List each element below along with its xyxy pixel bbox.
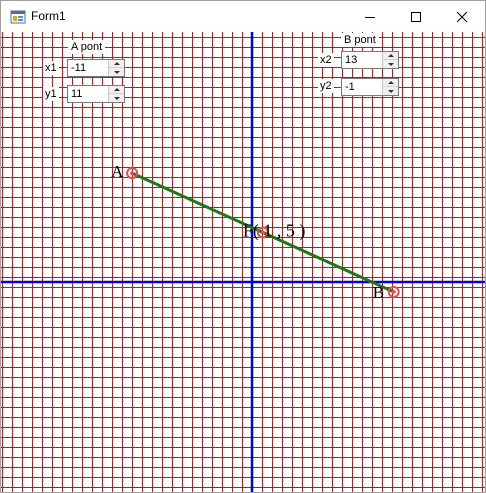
window-title: Form1: [31, 9, 66, 23]
midpoint-label: F( 1 , 5 ): [243, 221, 306, 242]
x1-input[interactable]: [69, 60, 109, 76]
app-form-icon: [10, 10, 26, 24]
y2-label: y2: [318, 79, 334, 93]
maximize-button[interactable]: [393, 1, 439, 32]
chevron-down-icon: [113, 70, 120, 74]
x1-spinner[interactable]: [67, 59, 125, 77]
y2-spin-down-button[interactable]: [383, 87, 398, 95]
x1-spin-down-button[interactable]: [109, 68, 124, 76]
chevron-down-icon: [387, 62, 394, 66]
point-a-group-label: A pont: [68, 40, 106, 54]
chevron-up-icon: [113, 62, 120, 65]
minimize-icon: [365, 16, 375, 18]
y2-spin-buttons: [382, 79, 398, 95]
x1-label: x1: [43, 61, 59, 75]
chevron-down-icon: [113, 96, 120, 100]
y1-spinner[interactable]: [67, 85, 125, 103]
chevron-up-icon: [387, 81, 394, 84]
maximize-icon: [411, 11, 421, 22]
marker-dot: [391, 289, 396, 294]
y2-input[interactable]: [343, 79, 383, 95]
x2-spin-up-button[interactable]: [383, 52, 398, 60]
x2-spin-buttons: [382, 52, 398, 68]
point-b-group-label: B pont: [341, 33, 379, 47]
y2-spinner[interactable]: [341, 78, 399, 96]
x2-input[interactable]: [343, 52, 383, 68]
y1-spin-up-button[interactable]: [109, 86, 124, 94]
minimize-button[interactable]: [347, 1, 393, 32]
y1-input[interactable]: [69, 86, 109, 102]
y2-spin-up-button[interactable]: [383, 79, 398, 87]
x2-spin-down-button[interactable]: [383, 60, 398, 68]
chevron-down-icon: [387, 89, 394, 93]
y1-spin-buttons: [108, 86, 124, 102]
y1-spin-down-button[interactable]: [109, 94, 124, 102]
point-b-label: B: [373, 283, 384, 302]
chevron-up-icon: [387, 54, 394, 57]
x2-label: x2: [318, 53, 334, 67]
x2-spinner[interactable]: [341, 51, 399, 69]
chevron-up-icon: [113, 88, 120, 91]
title-bar[interactable]: Form1: [1, 1, 485, 32]
x1-spin-up-button[interactable]: [109, 60, 124, 68]
marker-dot: [130, 171, 135, 176]
main-window: Form1 A B F( 1 , 5 ) A pont x1 -11 y1 11…: [0, 0, 486, 493]
y1-label: y1: [43, 87, 59, 101]
close-icon: [456, 11, 468, 22]
x1-spin-buttons: [108, 60, 124, 76]
point-a-label: A: [111, 162, 124, 181]
drawing-canvas[interactable]: A B F( 1 , 5 ) A pont x1 y1 B pont x2: [1, 32, 485, 492]
close-button[interactable]: [439, 1, 485, 32]
